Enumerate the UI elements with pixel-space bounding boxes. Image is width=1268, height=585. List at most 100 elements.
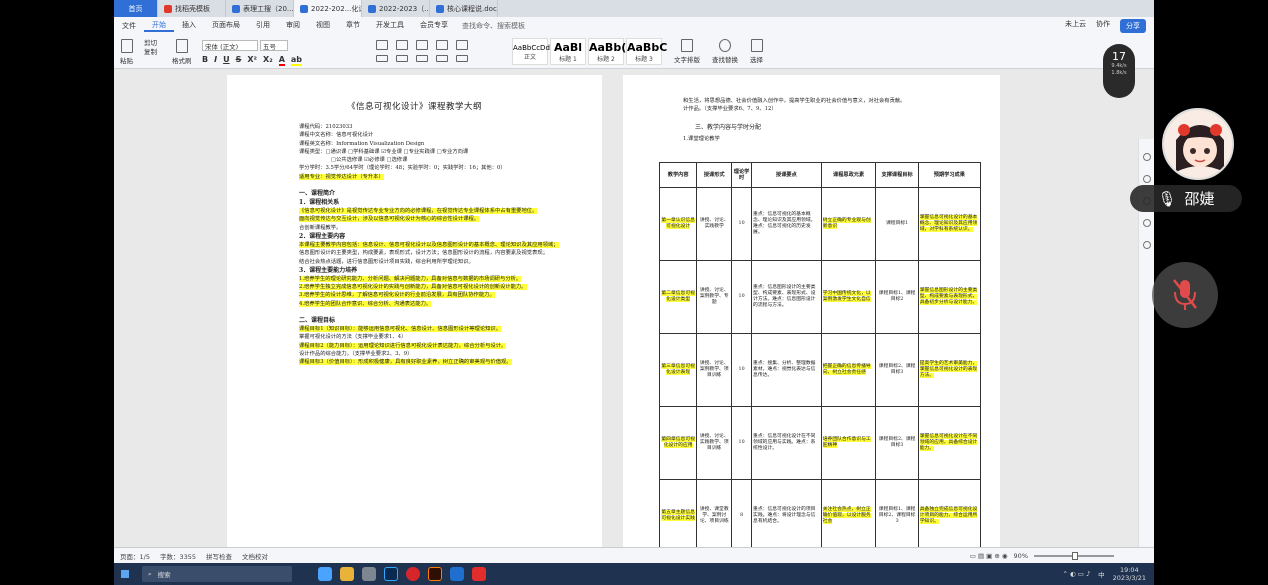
copy-button[interactable]: 复制 — [144, 48, 157, 57]
sort-icon[interactable] — [456, 40, 468, 50]
word-count[interactable]: 字数：3355 — [160, 551, 196, 561]
text-line: 掌握可视化设计的方法（支撑毕业要求1、4） — [299, 333, 569, 341]
zoom-thumb[interactable] — [1072, 551, 1078, 560]
align-left-icon[interactable] — [376, 55, 388, 62]
clock[interactable]: 19:04 2023/3/21 — [1113, 566, 1146, 582]
rail-icon[interactable] — [1142, 175, 1151, 183]
page-indicator[interactable]: 页面：1/5 — [120, 551, 150, 561]
menu-item[interactable]: 视图 — [308, 20, 338, 32]
cloud-status[interactable]: 未上云 — [1065, 19, 1086, 33]
style-preset[interactable]: AaBl 标题 1 — [550, 38, 586, 65]
rail-icon[interactable] — [1142, 153, 1151, 161]
text-layout-button[interactable]: 文字排版 — [674, 39, 700, 64]
text-run: 课程中文名称：信息可视化设计 — [299, 132, 374, 139]
table-cell: 10 — [731, 260, 753, 334]
file-menu[interactable]: 文件 — [114, 21, 144, 31]
timer-value: 17 — [1112, 50, 1126, 63]
zoom-level[interactable]: 90% — [1014, 552, 1028, 560]
find-replace-button[interactable]: 查找替换 — [712, 39, 738, 64]
table-row: 第五章主题信息可视化设计实践 讲授、课堂教学、案例讨论、项目训练 8 重点：信息可视化… — [658, 479, 982, 547]
page-2[interactable]: 和生活，将思想品德、社会价值融入创作中，提高学生职业的社会价值与意义，对社会有贡… — [623, 75, 1000, 547]
wps-icon[interactable] — [472, 567, 486, 581]
netease-music-icon[interactable] — [406, 567, 420, 581]
app-icon[interactable] — [450, 567, 464, 581]
tab-2[interactable]: 表理工搜（20...择灯）的通知 — [226, 0, 294, 17]
spell-check[interactable]: 拼写检查 — [206, 551, 232, 561]
tab-3[interactable]: 2022-202...化设计》教学大纲 — [294, 0, 362, 17]
photoshop-icon[interactable] — [384, 567, 398, 581]
share-button[interactable]: 分享 — [1120, 19, 1146, 33]
text-line: 课程目标3（价值目标）：形成积极健康，具有良好职业素养，树立正确的审美观与价值观… — [299, 358, 569, 366]
tab-1[interactable]: 找稻壳模板 — [158, 0, 226, 17]
menu-item[interactable]: 审阅 — [278, 20, 308, 32]
style-preset[interactable]: AaBb(标题 2 — [588, 38, 626, 65]
table-cell: 课程目标1、课程目标2、课程目标3 — [875, 479, 919, 547]
font-size-select[interactable]: 五号 — [260, 40, 288, 51]
select-button[interactable]: 选择 — [750, 39, 763, 64]
illustrator-icon[interactable] — [428, 567, 442, 581]
subscript-button[interactable]: X₂ — [263, 55, 273, 66]
view-mode-icons[interactable]: ▭ ▤ ▣ ⊕ ◉ — [970, 552, 1008, 560]
taskbar-search[interactable]: ⌕ 搜索 — [142, 566, 292, 582]
menu-item[interactable]: 页面布局 — [204, 20, 248, 32]
zoom-slider[interactable] — [1034, 551, 1114, 560]
rail-icon[interactable] — [1142, 219, 1151, 227]
cut-button[interactable]: 剪切 — [144, 39, 157, 48]
document-area[interactable]: 《信息可视化设计》课程教学大纲 课程代码：21023033 课程中文名称：信息可视… — [114, 69, 1154, 585]
highlight-button[interactable]: ab — [290, 55, 303, 66]
command-search[interactable]: 查找命令、搜索模板 — [462, 21, 525, 31]
page-1[interactable]: 《信息可视化设计》课程教学大纲 课程代码：21023033 课程中文名称：信息可视… — [227, 75, 602, 547]
menu-item[interactable]: 插入 — [174, 20, 204, 32]
folder-icon[interactable] — [340, 567, 354, 581]
input-language[interactable]: 中 — [1098, 569, 1105, 579]
menu-item[interactable]: 开发工具 — [368, 20, 412, 32]
superscript-button[interactable]: X² — [247, 55, 257, 66]
network-timer-widget[interactable]: 17 9.4k/s 1.8k/s — [1103, 44, 1135, 98]
menu-item[interactable]: 会员专享 — [412, 20, 456, 32]
edge-icon[interactable] — [318, 567, 332, 581]
doc-icon — [300, 4, 308, 13]
bold-button[interactable]: B — [202, 55, 208, 66]
tab-4[interactable]: 2022-2023（...线索2006 模心... — [362, 0, 430, 17]
align-center-icon[interactable] — [396, 55, 408, 62]
mute-mic-button[interactable] — [1152, 262, 1218, 328]
cell-text: 课程目标2、课程目标3 — [878, 364, 916, 375]
indent-icon[interactable] — [416, 40, 428, 50]
painter-label: 格式刷 — [172, 57, 192, 65]
menu-item[interactable]: 章节 — [338, 20, 368, 32]
style-preset[interactable]: AaBbCcDd 正文 — [512, 38, 550, 65]
style-preset[interactable]: AaBbC 标题 3 — [626, 38, 667, 65]
number-list-icon[interactable] — [396, 40, 408, 50]
table-cell: 8 — [731, 479, 753, 547]
tray-icons[interactable]: ⌃ ◐ ▭ ♪ — [1063, 570, 1091, 578]
collab-button[interactable]: 协作 — [1096, 19, 1110, 33]
justify-icon[interactable] — [436, 55, 448, 62]
cell-text: 重点：信息图形设计的主要类型、构成要素、表现形式、设计方法。难点：信息图形设计的… — [753, 285, 816, 308]
start-button[interactable] — [114, 563, 136, 585]
status-bar: 页面：1/5 字数：3355 拼写检查 文档校对 ▭ ▤ ▣ ⊕ ◉ 90% — [114, 547, 1154, 563]
table-header-cell: 理论学时 — [731, 162, 753, 188]
font-color-button[interactable]: A — [278, 55, 285, 66]
underline-button[interactable]: U — [223, 55, 230, 66]
table-cell: 第五章主题信息可视化设计实践 — [658, 479, 698, 547]
outdent-icon[interactable] — [436, 40, 448, 50]
align-right-icon[interactable] — [416, 55, 428, 62]
clock-date: 2023/3/21 — [1112, 574, 1146, 582]
table-cell: 讲授、讨论、案例教学、项目训练 — [696, 333, 733, 407]
section-heading: 二、课程目标 — [299, 317, 336, 325]
format-painter-button[interactable]: 格式刷 — [172, 39, 192, 65]
menu-item[interactable]: 引用 — [248, 20, 278, 32]
strike-button[interactable]: S — [236, 55, 242, 66]
cell-text: 课程目标1、课程目标2 — [878, 291, 916, 302]
menu-item[interactable]: 开始 — [144, 20, 174, 32]
font-family-select[interactable]: 宋体 (正文) — [202, 40, 258, 51]
tab-5[interactable]: 核心课程说.docx — [430, 0, 498, 17]
doc-proof[interactable]: 文档校对 — [242, 551, 268, 561]
bullet-list-icon[interactable] — [376, 40, 388, 50]
help-icon[interactable] — [1142, 241, 1151, 249]
app-icon[interactable] — [362, 567, 376, 581]
line-spacing-icon[interactable] — [456, 55, 468, 62]
tab-0[interactable]: 首页 — [114, 0, 158, 17]
paste-button[interactable]: 粘贴 — [120, 39, 133, 65]
italic-button[interactable]: I — [214, 55, 217, 66]
